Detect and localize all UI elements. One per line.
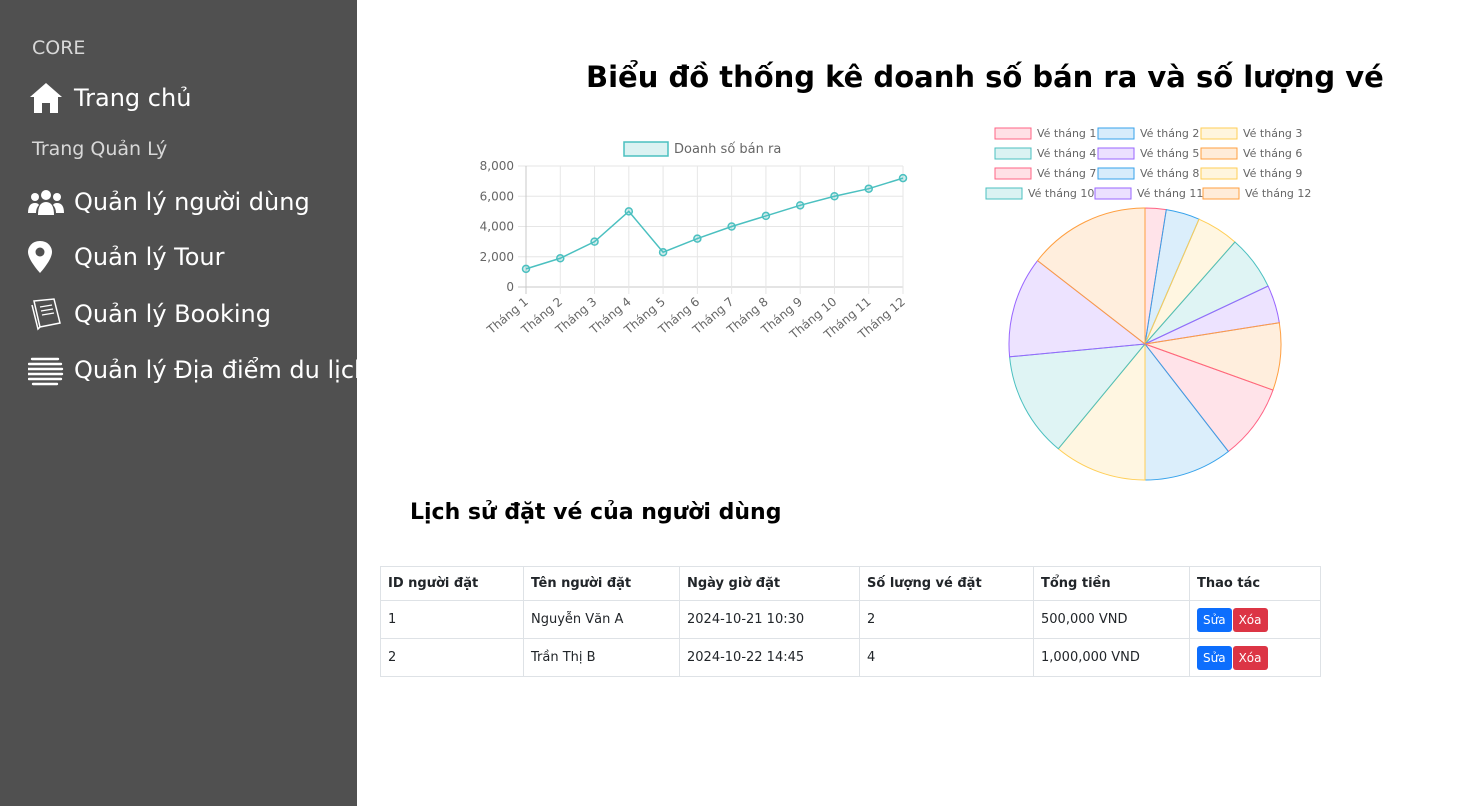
legend-swatch xyxy=(1097,127,1135,140)
globe-icon xyxy=(28,352,66,388)
legend-label: Vé tháng 5 xyxy=(1140,147,1199,160)
legend-swatch xyxy=(994,147,1032,160)
legend-label: Vé tháng 3 xyxy=(1243,127,1302,140)
col-user-id: ID người đặt xyxy=(380,566,524,601)
col-booking-time: Ngày giờ đặt xyxy=(679,566,860,601)
cell-user-name: Nguyễn Văn A xyxy=(523,600,680,639)
sidebar-heading-core: CORE xyxy=(32,37,86,59)
edit-button[interactable]: Sửa xyxy=(1197,645,1232,670)
delete-button[interactable]: Xóa xyxy=(1232,645,1268,670)
col-user-name: Tên người đặt xyxy=(523,566,680,601)
legend-label: Vé tháng 7 xyxy=(1037,167,1096,180)
pie-chart-slices xyxy=(1008,207,1282,481)
sidebar-item-home[interactable]: Trang chủ xyxy=(28,78,191,118)
legend-swatch xyxy=(994,127,1032,140)
pie-chart-legend[interactable]: Vé tháng 1 Vé tháng 2 Vé tháng 3 Vé tháng 4… xyxy=(985,127,1311,200)
col-actions: Thao tác xyxy=(1189,566,1321,601)
line-chart-legend[interactable]: Doanh số bán ra xyxy=(623,141,781,157)
sidebar-item-label: Quản lý người dùng xyxy=(74,188,310,216)
book-icon xyxy=(28,296,66,332)
legend-swatch xyxy=(1097,147,1135,160)
sidebar: CORE Trang chủ Trang Quản Lý Quản lý ngư… xyxy=(0,0,369,806)
data-point[interactable] xyxy=(624,207,634,216)
history-title: Lịch sử đặt vé của người dùng xyxy=(410,500,782,525)
sidebar-item-label: Quản lý Địa điểm du lịch xyxy=(74,356,370,384)
legend-label: Vé tháng 11 xyxy=(1137,187,1203,200)
cell-booking-time: 2024-10-21 10:30 xyxy=(679,600,860,639)
sidebar-item-destinations[interactable]: Quản lý Địa điểm du lịch xyxy=(28,350,369,390)
y-tick-label: 0 xyxy=(506,280,514,294)
line-chart-grid xyxy=(518,165,904,294)
data-point[interactable] xyxy=(658,247,668,257)
series-line xyxy=(525,177,904,270)
cell-total: 500,000 VND xyxy=(1033,600,1190,639)
legend-label: Vé tháng 12 xyxy=(1245,187,1311,200)
col-ticket-count: Số lượng vé đặt xyxy=(859,566,1034,601)
data-point[interactable] xyxy=(693,234,702,243)
data-point[interactable] xyxy=(521,264,531,274)
legend-swatch xyxy=(1094,187,1132,200)
legend-swatch xyxy=(985,187,1023,200)
data-point[interactable] xyxy=(898,173,908,183)
users-icon xyxy=(28,184,66,220)
legend-swatch xyxy=(1200,167,1238,180)
sidebar-item-users[interactable]: Quản lý người dùng xyxy=(28,182,310,222)
tickets-pie-chart: Vé tháng 1 Vé tháng 2 Vé tháng 3 Vé tháng 4… xyxy=(985,127,1311,481)
cell-user-id: 2 xyxy=(380,638,524,677)
sidebar-item-booking[interactable]: Quản lý Booking xyxy=(28,294,271,334)
legend-label: Vé tháng 4 xyxy=(1037,147,1096,160)
booking-history-table: ID người đặt Tên người đặt Ngày giờ đặt … xyxy=(380,566,1321,677)
cell-ticket-count: 4 xyxy=(859,638,1034,677)
legend-label: Vé tháng 1 xyxy=(1037,127,1096,140)
page-title: Biểu đồ thống kê doanh số bán ra và số l… xyxy=(586,60,1384,94)
data-point[interactable] xyxy=(727,222,736,231)
legend-label: Vé tháng 9 xyxy=(1243,167,1302,180)
line-chart-x-axis: Tháng 1Tháng 2Tháng 3Tháng 4Tháng 5Tháng… xyxy=(484,295,908,343)
line-chart-y-axis: 0 2,000 4,000 6,000 8,000 xyxy=(480,159,514,294)
data-point[interactable] xyxy=(830,192,839,201)
home-icon xyxy=(28,80,66,116)
delete-button[interactable]: Xóa xyxy=(1232,607,1268,632)
cell-ticket-count: 2 xyxy=(859,600,1034,639)
cell-total: 1,000,000 VND xyxy=(1033,638,1190,677)
col-total: Tổng tiền xyxy=(1033,566,1190,601)
data-point[interactable] xyxy=(795,201,805,210)
y-tick-label: 6,000 xyxy=(480,189,514,203)
legend-swatch xyxy=(1097,167,1135,180)
line-chart-series xyxy=(521,173,908,274)
legend-label: Vé tháng 8 xyxy=(1140,167,1199,180)
data-point[interactable] xyxy=(761,211,771,221)
legend-label: Doanh số bán ra xyxy=(674,142,781,157)
table-row: 2 Trần Thị B 2024-10-22 14:45 4 1,000,00… xyxy=(380,638,1321,677)
map-pin-icon xyxy=(28,239,66,275)
legend-swatch xyxy=(623,141,669,157)
edit-button[interactable]: Sửa xyxy=(1197,607,1232,632)
cell-actions: Sửa Xóa xyxy=(1189,600,1321,639)
cell-user-id: 1 xyxy=(380,600,524,639)
table-row: 1 Nguyễn Văn A 2024-10-21 10:30 2 500,00… xyxy=(380,600,1321,639)
cell-user-name: Trần Thị B xyxy=(523,638,680,677)
sidebar-item-tour[interactable]: Quản lý Tour xyxy=(28,237,225,277)
legend-swatch xyxy=(1200,127,1238,140)
legend-label: Vé tháng 2 xyxy=(1140,127,1199,140)
y-tick-label: 2,000 xyxy=(480,250,514,264)
legend-swatch xyxy=(994,167,1032,180)
sidebar-item-label: Quản lý Tour xyxy=(74,243,225,271)
sidebar-item-label: Quản lý Booking xyxy=(74,300,271,328)
cell-actions: Sửa Xóa xyxy=(1189,638,1321,677)
table-header-row: ID người đặt Tên người đặt Ngày giờ đặt … xyxy=(380,566,1321,601)
legend-swatch xyxy=(1202,187,1240,200)
legend-swatch xyxy=(1200,147,1238,160)
legend-label: Vé tháng 6 xyxy=(1243,147,1302,160)
sidebar-item-label: Trang chủ xyxy=(74,84,192,112)
sidebar-heading-manage: Trang Quản Lý xyxy=(32,138,168,160)
data-point[interactable] xyxy=(590,237,599,246)
y-tick-label: 8,000 xyxy=(480,159,514,173)
data-point[interactable] xyxy=(864,184,873,193)
cell-booking-time: 2024-10-22 14:45 xyxy=(679,638,860,677)
sales-line-chart: Doanh số bán ra 0 2,000 4,000 6,000 8,000 Th… xyxy=(480,141,908,343)
data-point[interactable] xyxy=(556,254,565,263)
y-tick-label: 4,000 xyxy=(480,220,514,234)
legend-label: Vé tháng 10 xyxy=(1028,187,1094,200)
